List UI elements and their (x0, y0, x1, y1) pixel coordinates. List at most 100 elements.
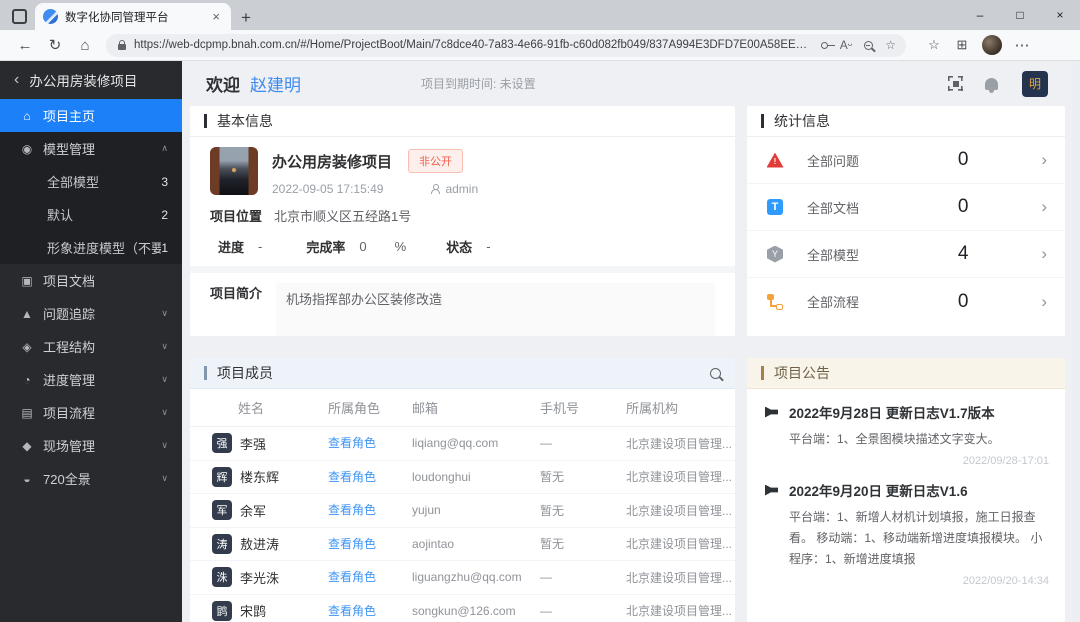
view-role-link[interactable]: 查看角色 (328, 436, 376, 450)
browser-home-icon[interactable]: ⌂ (70, 37, 100, 54)
view-role-link[interactable]: 查看角色 (328, 503, 376, 517)
member-row[interactable]: 军 余军 查看角色 yujun 暂无 北京建设项目管理... (190, 494, 735, 528)
document-icon: ▣ (20, 274, 34, 288)
stat-label: 全部文档 (807, 198, 893, 217)
lock-icon (118, 44, 126, 50)
sidebar-item[interactable]: 默认 2 (0, 198, 182, 231)
member-avatar: 洙 (212, 567, 232, 587)
sidebar-item[interactable]: ▣ 项目文档 (0, 264, 182, 297)
read-aloud-icon[interactable]: Aᵕ (840, 38, 853, 52)
close-button[interactable]: × (1040, 0, 1080, 30)
column-phone: 手机号 (540, 398, 626, 417)
members-title: 项目成员 (217, 363, 273, 383)
fullscreen-icon[interactable] (948, 76, 963, 91)
view-role-link[interactable]: 查看角色 (328, 470, 376, 484)
tab-close-icon[interactable]: × (209, 9, 223, 24)
view-role-link[interactable]: 查看角色 (328, 570, 376, 584)
sidebar-item[interactable]: ▤ 项目流程 ∨ (0, 396, 182, 429)
member-row[interactable]: 辉 楼东辉 查看角色 loudonghui 暂无 北京建设项目管理... (190, 461, 735, 495)
tab-actions-icon[interactable] (12, 9, 27, 24)
browser-tab[interactable]: 数字化协同管理平台 × (35, 3, 231, 30)
favorite-star-icon[interactable]: ☆ (885, 38, 896, 52)
notification-bell-icon[interactable] (985, 78, 998, 90)
view-role-link[interactable]: 查看角色 (328, 537, 376, 551)
progress-icon: ◔ (20, 373, 34, 387)
location-value: 北京市顺义区五经路1号 (274, 206, 411, 225)
member-row[interactable]: 鹍 宋鹍 查看角色 songkun@126.com — 北京建设项目管理... (190, 595, 735, 622)
browser-profile-avatar[interactable] (982, 35, 1002, 55)
sidebar-item[interactable]: 全部模型 3 (0, 165, 182, 198)
project-thumbnail[interactable] (210, 147, 258, 195)
member-org: 北京建设项目管理... (626, 502, 735, 519)
sidebar-item[interactable]: ◈ 工程结构 ∨ (0, 330, 182, 363)
view-role-link[interactable]: 查看角色 (328, 604, 376, 618)
password-key-icon[interactable] (821, 42, 828, 49)
cube-icon (767, 246, 783, 263)
owner-name: admin (445, 182, 478, 196)
sidebar-item[interactable]: ▲ 问题追踪 ∨ (0, 297, 182, 330)
new-tab-button[interactable]: + (241, 9, 251, 26)
announcement-item[interactable]: 2022年9月20日 更新日志V1.6 平台端：1、新增人材机计划填报，施工日报… (747, 467, 1065, 587)
column-email: 邮箱 (412, 398, 540, 417)
process-icon: ▤ (20, 406, 34, 420)
sidebar-item[interactable]: ◒ 720全景 ∨ (0, 462, 182, 495)
announcement-item[interactable]: 2022年9月28日 更新日志V1.7版本 平台端：1、全景图模块描述文字变大。… (747, 389, 1065, 467)
collections-icon[interactable]: ⊞ (948, 37, 976, 53)
stats-card: 统计信息 全部问题 0 › 全部文档 0 › 全部模型 4 › 全部流程 0 › (747, 106, 1065, 336)
member-email: yujun (412, 503, 540, 517)
maximize-button[interactable]: □ (1000, 0, 1040, 30)
back-icon[interactable]: ← (10, 37, 40, 54)
members-table-header: 姓名 所属角色 邮箱 手机号 所属机构 (190, 389, 735, 427)
member-email: liguangzhu@qq.com (412, 570, 540, 584)
column-name: 姓名 (190, 398, 328, 417)
chevron-right-icon[interactable]: › (1041, 197, 1047, 217)
description-text: 机场指挥部办公区装修改造 (276, 283, 715, 336)
document-icon (767, 199, 783, 215)
minimize-button[interactable]: – (960, 0, 1000, 30)
member-avatar: 鹍 (212, 601, 232, 621)
basic-info-card: 基本信息 办公用房装修项目 非公开 (190, 106, 735, 336)
member-row[interactable]: 涛 敖进涛 查看角色 aojintao 暂无 北京建设项目管理... (190, 528, 735, 562)
issue-icon: ▲ (20, 307, 34, 321)
refresh-icon[interactable]: ↻ (40, 36, 70, 54)
basic-info-title: 基本信息 (217, 111, 273, 131)
member-row[interactable]: 强 李强 查看角色 liqiang@qq.com — 北京建设项目管理... (190, 427, 735, 461)
stat-row[interactable]: 全部模型 4 › (747, 231, 1065, 278)
member-row[interactable]: 洙 李光洙 查看角色 liguangzhu@qq.com — 北京建设项目管理.… (190, 561, 735, 595)
stat-row[interactable]: 全部流程 0 › (747, 278, 1065, 325)
megaphone-icon (765, 485, 778, 496)
welcome-bar: 欢迎 赵建明 项目到期时间: 未设置 明 (182, 61, 1080, 106)
browser-menu-icon[interactable]: ⋯ (1008, 36, 1036, 54)
chevron-right-icon[interactable]: › (1041, 150, 1047, 170)
sidebar-project-header[interactable]: ‹ 办公用房装修项目 (0, 61, 182, 99)
project-name: 办公用房装修项目 (272, 151, 392, 172)
chevron-right-icon[interactable]: › (1041, 292, 1047, 312)
zoom-out-icon[interactable] (864, 41, 873, 50)
user-name-link[interactable]: 赵建明 (250, 71, 301, 96)
site-favicon-icon (43, 9, 58, 24)
search-icon[interactable] (710, 368, 721, 379)
tab-title: 数字化协同管理平台 (65, 9, 209, 25)
page-scrollbar[interactable] (1072, 61, 1080, 622)
chevron-icon: ∨ (161, 341, 168, 352)
stat-value: 0 (893, 196, 1033, 218)
chevron-right-icon[interactable]: › (1041, 244, 1047, 264)
sidebar-project-name: 办公用房装修项目 (29, 70, 137, 90)
back-chevron-icon[interactable]: ‹ (14, 71, 19, 89)
favorites-bar-icon[interactable]: ☆ (920, 37, 948, 53)
sidebar-item[interactable]: ◔ 进度管理 ∨ (0, 363, 182, 396)
stat-row[interactable]: 全部文档 0 › (747, 184, 1065, 231)
sidebar-item[interactable]: ⌂ 项目主页 (0, 99, 182, 132)
url-bar[interactable]: https://web-dcpmp.bnah.com.cn/#/Home/Pro… (106, 34, 906, 57)
sidebar-item[interactable]: ◉ 模型管理 ∧ (0, 132, 182, 165)
url-text[interactable]: https://web-dcpmp.bnah.com.cn/#/Home/Pro… (134, 39, 809, 51)
sidebar-item[interactable]: ◆ 现场管理 ∨ (0, 429, 182, 462)
user-avatar[interactable]: 明 (1022, 71, 1048, 97)
count-badge: 1 (161, 241, 168, 255)
member-phone: — (540, 436, 626, 450)
stat-row[interactable]: 全部问题 0 › (747, 137, 1065, 184)
announcements-title: 项目公告 (774, 363, 830, 383)
member-email: liqiang@qq.com (412, 436, 540, 450)
chevron-icon: ∨ (161, 440, 168, 451)
sidebar-item[interactable]: 形象进度模型（不要删） 1 (0, 231, 182, 264)
